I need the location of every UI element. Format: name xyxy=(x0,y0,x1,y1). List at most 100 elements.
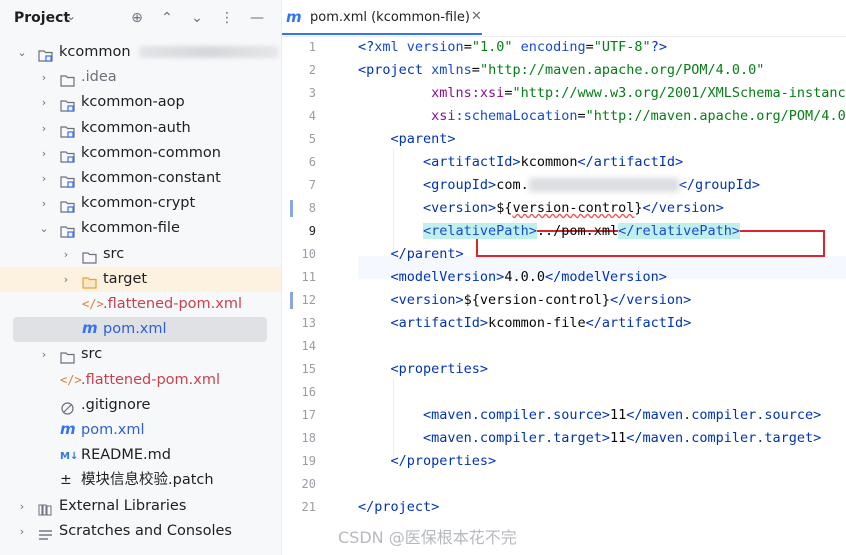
xml-file-icon: </> xyxy=(60,372,82,387)
tree-item[interactable]: ⌄ kcommon xyxy=(0,40,281,65)
code-line: </properties> xyxy=(358,450,497,473)
code-line: <project xmlns="http://maven.apache.org/… xyxy=(358,59,764,82)
code-token: version xyxy=(406,39,464,55)
chevron-right-icon[interactable]: › xyxy=(38,191,50,216)
more-icon[interactable]: ⋮ xyxy=(218,9,236,27)
code-token: "http://maven.apache.org/POM/4.0.0 http:… xyxy=(585,108,846,124)
code-token: <relativePath> xyxy=(423,223,537,239)
code-token: <project xyxy=(358,62,432,78)
code-token: "UTF-8" xyxy=(593,39,651,55)
code-token: kcommon xyxy=(520,154,578,170)
code-token: <groupId> xyxy=(423,177,497,193)
code-line: <artifactId>kcommon</artifactId> xyxy=(358,151,683,174)
code-token: </properties> xyxy=(390,453,497,469)
ignore-file-icon xyxy=(60,399,75,415)
tree-item[interactable]: ± 模块信息校验.patch xyxy=(0,468,281,493)
chevron-right-icon[interactable]: › xyxy=(38,116,50,141)
line-number: 11 xyxy=(301,270,316,284)
close-icon[interactable]: ✕ xyxy=(471,9,482,24)
code-token: ?> xyxy=(650,39,667,55)
line-number: 9 xyxy=(308,224,316,238)
line-number: 10 xyxy=(301,247,316,261)
code-token: "http://www.w3.org/2001/XMLSchema-instan… xyxy=(512,85,846,101)
tree-item[interactable]: .gitignore xyxy=(0,393,281,418)
tab-pom-xml[interactable]: m pom.xml (kcommon-file) ✕ xyxy=(282,0,482,35)
chevron-right-icon[interactable]: › xyxy=(16,519,28,544)
chevron-right-icon[interactable]: › xyxy=(38,166,50,191)
code-token: <version> xyxy=(423,200,497,216)
module-folder-icon xyxy=(60,172,75,188)
project-view-title[interactable]: Project xyxy=(14,10,70,26)
line-number: 19 xyxy=(301,454,316,468)
tree-item[interactable]: › src xyxy=(0,242,281,267)
tab-label: pom.xml (kcommon-file) xyxy=(310,10,470,25)
chevron-right-icon[interactable]: › xyxy=(16,494,28,519)
code-token: xml xyxy=(374,39,407,55)
line-number: 5 xyxy=(308,132,316,146)
tree-item[interactable]: m pom.xml xyxy=(13,317,267,343)
tree-item[interactable]: › kcommon-auth xyxy=(0,116,281,141)
tree-item[interactable]: › kcommon-aop xyxy=(0,90,281,115)
tree-item[interactable]: ⌄ kcommon-file xyxy=(0,216,281,241)
code-line: <parent> xyxy=(358,128,456,151)
tree-item[interactable]: m pom.xml xyxy=(0,418,281,443)
project-panel-header: Project ⌄ ⊕ ⌃ ⌄ ⋮ — xyxy=(0,0,281,38)
line-number: 13 xyxy=(301,316,316,330)
tree-item[interactable]: › kcommon-crypt xyxy=(0,191,281,216)
code-line: <properties> xyxy=(358,358,489,381)
tree-item[interactable]: › target xyxy=(0,266,281,292)
module-folder-icon xyxy=(60,96,75,112)
chevron-down-icon[interactable]: ⌄ xyxy=(38,216,50,241)
tree-item[interactable]: › kcommon-common xyxy=(0,141,281,166)
chevron-right-icon[interactable]: › xyxy=(38,90,50,115)
tree-item-label: .flattened-pom.xml xyxy=(81,371,221,388)
code-line: </parent> xyxy=(358,243,464,266)
code-token: xmlns:xsi xyxy=(431,85,505,101)
tree-item[interactable]: › src xyxy=(0,342,281,367)
chevron-right-icon[interactable]: › xyxy=(38,141,50,166)
chevron-right-icon[interactable]: › xyxy=(60,267,72,292)
module-folder-icon xyxy=(60,147,75,163)
tree-item[interactable]: › Scratches and Consoles xyxy=(0,519,281,544)
code-token: </artifactId> xyxy=(585,315,692,331)
line-number: 3 xyxy=(308,86,316,100)
chevron-right-icon[interactable]: › xyxy=(38,65,50,90)
crosshair-icon[interactable]: ⊕ xyxy=(128,9,146,27)
code-token: <artifactId> xyxy=(423,154,521,170)
tree-item[interactable]: M↓ README.md xyxy=(0,443,281,468)
tree-item-label: Scratches and Consoles xyxy=(59,522,232,539)
code-token: } xyxy=(634,200,643,216)
chevron-right-icon[interactable]: › xyxy=(60,242,72,267)
folder-icon xyxy=(60,71,75,87)
line-number: 20 xyxy=(301,477,316,491)
tree-item-label: kcommon xyxy=(59,40,279,65)
expand-all-icon[interactable]: ⌃ xyxy=(158,9,176,27)
chevron-down-icon[interactable]: ⌄ xyxy=(66,9,76,23)
line-number: 18 xyxy=(301,431,316,445)
line-number: 21 xyxy=(301,500,316,514)
tree-item-label: target xyxy=(103,270,148,287)
tree-item-label: kcommon-aop xyxy=(81,94,185,111)
maven-file-icon: m xyxy=(286,8,302,26)
tree-item[interactable]: › .idea xyxy=(0,65,281,90)
code-token: = xyxy=(577,108,586,124)
tree-item-label: kcommon-crypt xyxy=(81,195,196,212)
tree-item[interactable]: › kcommon-constant xyxy=(0,166,281,191)
hide-icon[interactable]: — xyxy=(248,9,266,27)
patch-file-icon: ± xyxy=(60,472,72,489)
code-token: <parent> xyxy=(390,131,456,147)
tree-item[interactable]: </> .flattened-pom.xml xyxy=(0,292,281,317)
code-token: 4.0.0 xyxy=(504,269,545,285)
code-token: ${ xyxy=(496,200,513,216)
folder-icon xyxy=(60,348,75,364)
code-token: </modelVersion> xyxy=(544,269,667,285)
tree-item[interactable]: › External Libraries xyxy=(0,494,281,519)
collapse-all-icon[interactable]: ⌄ xyxy=(188,9,206,27)
chevron-down-icon[interactable]: ⌄ xyxy=(16,40,28,65)
code-editor[interactable]: <?xml version="1.0" encoding="UTF-8"?> <p… xyxy=(358,36,846,555)
tree-item[interactable]: </> .flattened-pom.xml xyxy=(0,368,281,393)
chevron-right-icon[interactable]: › xyxy=(38,342,50,367)
